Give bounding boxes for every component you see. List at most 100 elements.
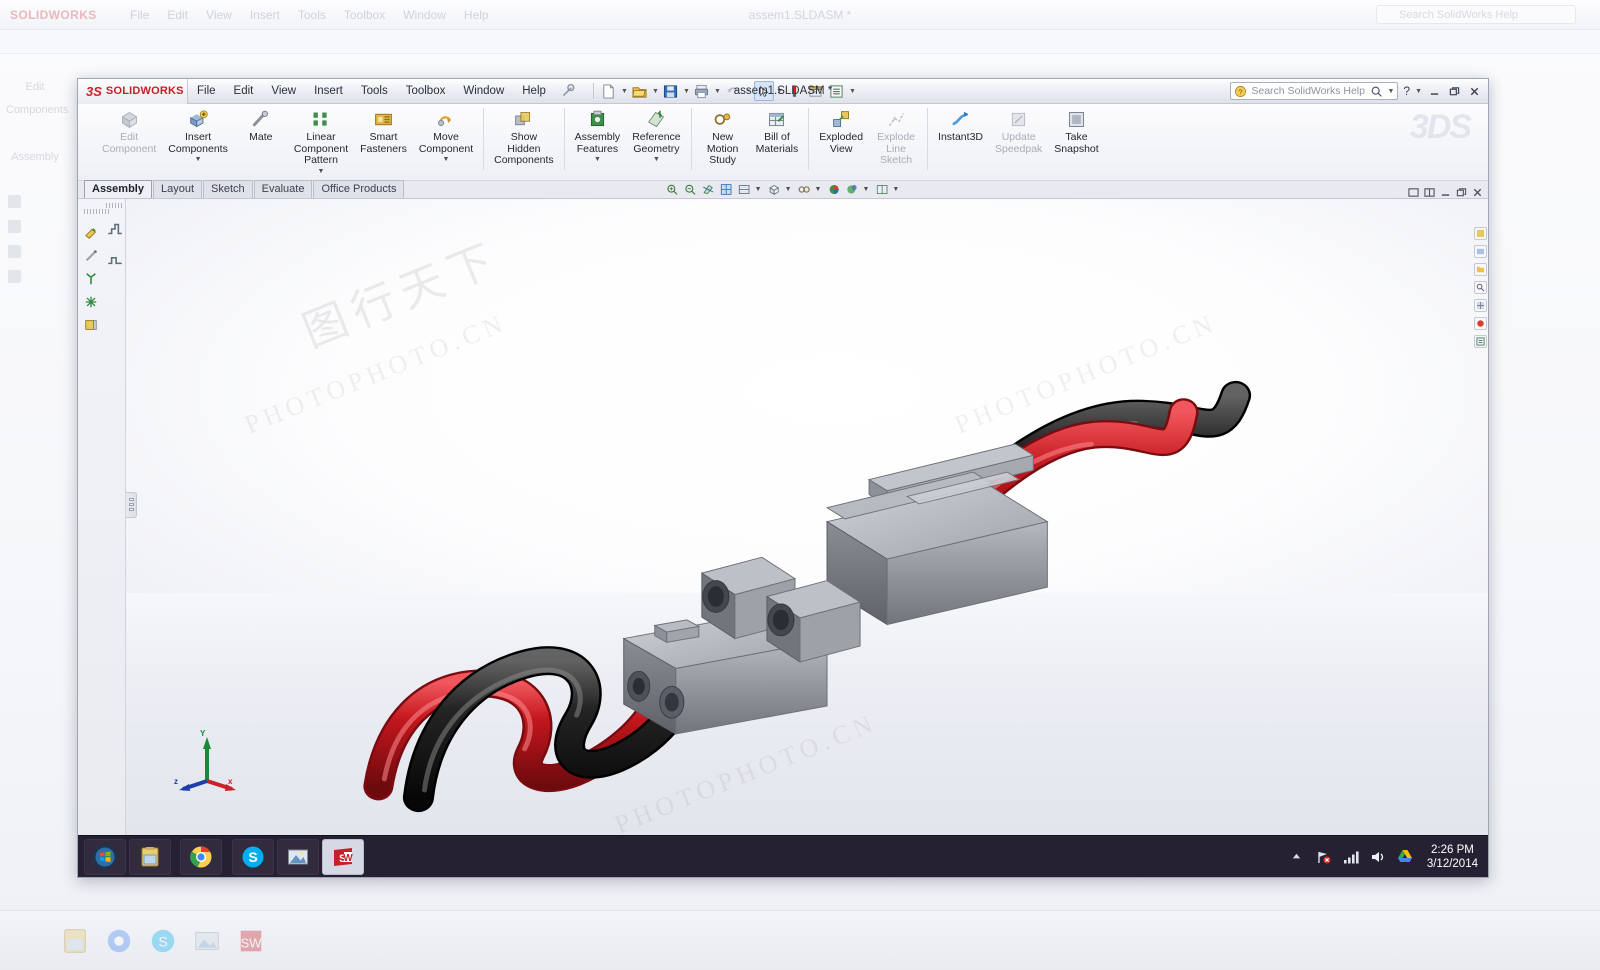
open-document-icon[interactable] xyxy=(630,81,650,101)
skype-taskbar-icon[interactable]: S xyxy=(232,838,274,875)
hide-show-items-icon[interactable] xyxy=(767,182,782,197)
design-library-icon[interactable] xyxy=(1473,245,1487,258)
document-minimize-icon[interactable] xyxy=(1440,187,1451,198)
menu-item-help[interactable]: Help xyxy=(513,79,555,104)
custom-properties-icon[interactable] xyxy=(1473,335,1487,348)
origin-icon[interactable] xyxy=(84,295,98,309)
realview-icon[interactable] xyxy=(844,182,859,197)
close-icon[interactable] xyxy=(1467,85,1482,98)
signal-bars-icon[interactable] xyxy=(1342,848,1360,866)
help-question-icon[interactable]: ? xyxy=(1403,84,1410,98)
display-pane-icon[interactable] xyxy=(84,318,98,332)
view-settings-icon[interactable] xyxy=(826,182,841,197)
ribbon-command-smart-fasteners[interactable]: Smart Fasteners xyxy=(354,104,413,155)
chrome-taskbar-icon[interactable] xyxy=(180,838,222,875)
ribbon-command-assembly-features[interactable]: Assembly Features ▼ xyxy=(569,104,627,163)
tab-layout[interactable]: Layout xyxy=(152,180,203,198)
ribbon-command-reference-geometry[interactable]: Reference Geometry ▼ xyxy=(626,104,686,163)
zoom-to-fit-icon[interactable] xyxy=(665,182,680,197)
google-drive-icon[interactable] xyxy=(1396,848,1414,866)
menu-item-toolbox[interactable]: Toolbox xyxy=(397,79,455,104)
save-dropdown-icon[interactable]: ▼ xyxy=(682,81,691,101)
display-style-dropdown-icon[interactable]: ▼ xyxy=(755,186,762,193)
undo-dropdown-icon[interactable]: ▼ xyxy=(744,81,753,101)
file-explorer-icon[interactable] xyxy=(1473,263,1487,276)
taskbar-clock[interactable]: 2:26 PM 3/12/2014 xyxy=(1423,843,1478,871)
options-icon[interactable] xyxy=(806,81,826,101)
properties-icon[interactable] xyxy=(827,81,847,101)
apply-scene-dropdown-icon[interactable]: ▼ xyxy=(815,186,822,193)
menu-item-window[interactable]: Window xyxy=(454,79,513,104)
document-restore-icon[interactable] xyxy=(1456,187,1467,198)
3d-model-viewport[interactable] xyxy=(126,199,1488,835)
ribbon-command-mate[interactable]: Mate xyxy=(234,104,288,144)
realview-dropdown-icon[interactable]: ▼ xyxy=(862,186,869,193)
menu-item-edit[interactable]: Edit xyxy=(225,79,263,104)
split-window-icon[interactable] xyxy=(1424,187,1435,198)
start-orb-icon[interactable] xyxy=(84,838,126,875)
zoom-to-area-icon[interactable] xyxy=(683,182,698,197)
ribbon-command-instant3d[interactable]: Instant3D xyxy=(932,104,989,144)
menu-item-view[interactable]: View xyxy=(262,79,305,104)
menu-item-file[interactable]: File xyxy=(188,79,225,104)
document-close-icon[interactable] xyxy=(1472,187,1483,198)
ribbon-command-new-motion-study[interactable]: New Motion Study xyxy=(696,104,750,167)
network-error-icon[interactable] xyxy=(1315,848,1333,866)
filter-icon[interactable] xyxy=(84,226,98,240)
tile-windows-icon[interactable] xyxy=(1408,187,1419,198)
motion-study-icon[interactable] xyxy=(106,220,124,238)
solidworks-resources-icon[interactable] xyxy=(1473,227,1487,240)
apply-scene-icon[interactable] xyxy=(797,182,812,197)
notepad-taskbar-icon[interactable] xyxy=(129,838,171,875)
tab-assembly[interactable]: Assembly xyxy=(84,180,152,198)
view-orientation-icon[interactable] xyxy=(719,182,734,197)
ribbon-command-exploded-view[interactable]: Exploded View xyxy=(813,104,869,155)
ribbon-command-move-component[interactable]: Move Component ▼ xyxy=(413,104,479,163)
ribbon-command-take-snapshot[interactable]: Take Snapshot xyxy=(1048,104,1104,155)
restore-icon[interactable] xyxy=(1447,85,1462,98)
open-document-dropdown-icon[interactable]: ▼ xyxy=(651,81,660,101)
properties-dropdown-icon[interactable]: ▼ xyxy=(848,81,857,101)
hide-show-dropdown-icon[interactable]: ▼ xyxy=(785,186,792,193)
ribbon-command-update-speedpak[interactable]: Update Speedpak xyxy=(989,104,1048,155)
tab-evaluate[interactable]: Evaluate xyxy=(253,180,313,198)
show-hidden-icons-icon[interactable] xyxy=(1288,848,1306,866)
ribbon-command-linear-component-pattern[interactable]: Linear Component Pattern ▼ xyxy=(288,104,354,175)
viewport-dropdown-icon[interactable]: ▼ xyxy=(892,186,899,193)
chevron-down-icon[interactable]: ▼ xyxy=(318,168,325,175)
pin-icon[interactable] xyxy=(559,82,577,100)
toolbar-grip[interactable] xyxy=(106,203,124,208)
line-icon[interactable] xyxy=(84,249,98,263)
print-icon[interactable] xyxy=(692,81,712,101)
tab-sketch[interactable]: Sketch xyxy=(203,180,253,198)
solidworks-taskbar-icon[interactable]: SW xyxy=(322,838,364,875)
undo-icon[interactable] xyxy=(723,81,743,101)
display-style-icon[interactable] xyxy=(737,182,752,197)
chevron-down-icon[interactable]: ▼ xyxy=(653,156,660,163)
save-icon[interactable] xyxy=(661,81,681,101)
appearances-scenes-icon[interactable] xyxy=(1473,317,1487,330)
search-pane-icon[interactable] xyxy=(1473,281,1487,294)
volume-icon[interactable] xyxy=(1369,848,1387,866)
magnifier-icon[interactable] xyxy=(1370,85,1383,98)
ribbon-command-explode-line-sketch[interactable]: Explode Line Sketch xyxy=(869,104,923,167)
help-search-box[interactable]: ? Search SolidWorks Help ▼ xyxy=(1230,82,1399,100)
new-document-dropdown-icon[interactable]: ▼ xyxy=(620,81,629,101)
solidworks-logo[interactable]: 3S SOLIDWORKS xyxy=(78,78,188,104)
ribbon-command-bill-of-materials[interactable]: Bill of Materials xyxy=(750,104,805,155)
rebuild-icon[interactable] xyxy=(785,81,805,101)
help-dropdown-icon[interactable]: ▼ xyxy=(1415,88,1422,95)
photo-viewer-taskbar-icon[interactable] xyxy=(277,838,319,875)
view-palette-icon[interactable] xyxy=(1473,299,1487,312)
axis-icon[interactable] xyxy=(84,272,98,286)
new-document-icon[interactable] xyxy=(599,81,619,101)
graphics-area[interactable]: Y x z PHOTOPHOTO.CN PHOTOPHOTO.CN PHOTOP… xyxy=(126,199,1488,835)
search-dropdown-icon[interactable]: ▼ xyxy=(1387,88,1394,95)
chevron-down-icon[interactable]: ▼ xyxy=(443,156,450,163)
section-view-icon[interactable] xyxy=(701,182,716,197)
chevron-down-icon[interactable]: ▼ xyxy=(195,156,202,163)
menu-item-insert[interactable]: Insert xyxy=(305,79,352,104)
select-arrow-icon[interactable] xyxy=(753,81,774,101)
ribbon-command-edit-component[interactable]: Edit Component xyxy=(96,104,162,155)
menu-item-tools[interactable]: Tools xyxy=(352,79,397,104)
